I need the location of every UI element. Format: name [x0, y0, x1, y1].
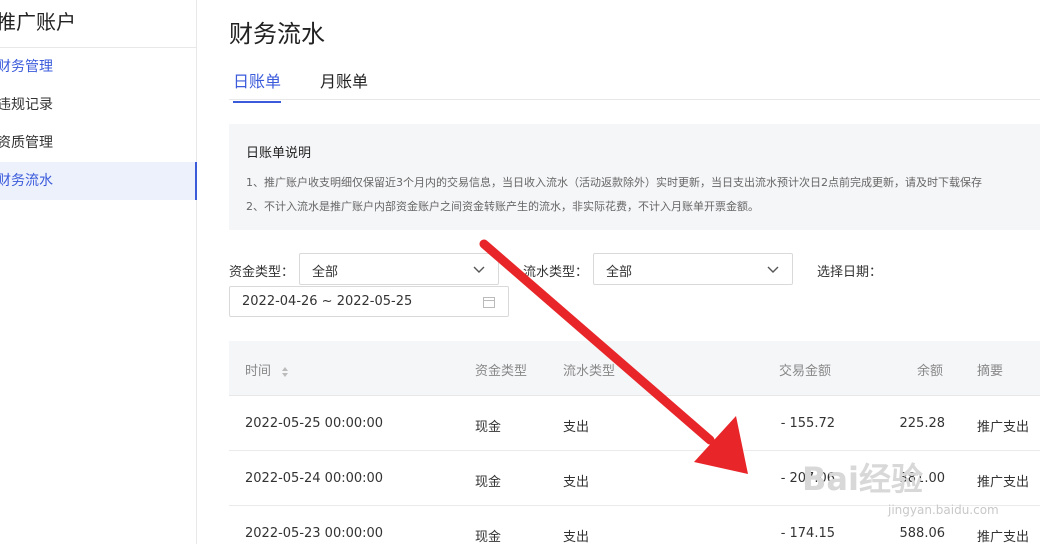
tab-bar: 日账单 月账单: [229, 62, 1040, 103]
flow-type-select[interactable]: 全部: [593, 253, 793, 285]
chevron-down-icon: [473, 266, 485, 273]
column-header-time[interactable]: 时间: [245, 360, 289, 379]
column-header-time-label: 时间: [245, 364, 272, 379]
cell-balance: 588.06: [899, 526, 946, 541]
sidebar-item-label: 财务管理: [0, 59, 53, 75]
table-row: 2022-05-25 00:00:00 现金 支出 - 155.72 225.2…: [229, 396, 1040, 451]
cell-time: 2022-05-23 00:00:00: [245, 526, 384, 541]
app-root: 推广账户 财务管理 违规记录 资质管理 财务流水 财务流水 日账单 月账单 日账…: [0, 0, 1040, 544]
chevron-down-icon: [767, 266, 779, 273]
calendar-icon: [483, 297, 495, 308]
cell-summary: 推广支出: [977, 530, 1030, 544]
notice-title: 日账单说明: [246, 146, 312, 161]
sidebar: 推广账户 财务管理 违规记录 资质管理 财务流水: [0, 0, 197, 544]
notice-line-1: 1、推广账户收支明细仅保留近3个月内的交易信息，当日收入流水（活动返款除外）实时…: [246, 176, 982, 189]
sidebar-item-label: 财务流水: [0, 173, 53, 189]
date-range-value: 2022-04-26 ~ 2022-05-25: [242, 294, 413, 309]
cell-fund-type: 现金: [475, 420, 502, 435]
notice-panel: 日账单说明 1、推广账户收支明细仅保留近3个月内的交易信息，当日收入流水（活动返…: [229, 124, 1040, 230]
cell-fund-type: 现金: [475, 475, 502, 490]
tab-monthly-bill[interactable]: 月账单: [320, 68, 368, 101]
sidebar-item-violation-records[interactable]: 违规记录: [0, 86, 197, 124]
cell-summary: 推广支出: [977, 420, 1030, 435]
notice-line-2: 2、不计入流水是推广账户内部资金账户之间资金转账产生的流水，非实际花费，不计入月…: [246, 200, 759, 213]
column-header-flow-type: 流水类型: [563, 364, 616, 379]
cell-amount: - 207.06: [780, 471, 835, 486]
table-row: 2022-05-24 00:00:00 现金 支出 - 207.06 381.0…: [229, 451, 1040, 506]
table-row: 2022-05-23 00:00:00 现金 支出 - 174.15 588.0…: [229, 506, 1040, 544]
sidebar-item-finance-flow[interactable]: 财务流水: [0, 162, 197, 200]
fund-type-value: 全部: [312, 265, 339, 280]
sidebar-item-label: 违规记录: [0, 97, 53, 113]
fund-type-label: 资金类型：: [229, 265, 295, 280]
cell-balance: 381.00: [899, 471, 946, 486]
cell-time: 2022-05-25 00:00:00: [245, 416, 384, 431]
cell-fund-type: 现金: [475, 530, 502, 544]
column-header-fund-type: 资金类型: [475, 364, 528, 379]
cell-flow-type: 支出: [563, 530, 590, 544]
sidebar-item-label: 资质管理: [0, 135, 53, 151]
column-header-amount: 交易金额: [779, 364, 832, 379]
cell-balance: 225.28: [899, 416, 946, 431]
sidebar-item-finance-management[interactable]: 财务管理: [0, 48, 197, 86]
table-header: 时间 资金类型 流水类型 交易金额 余额 摘要: [229, 341, 1040, 396]
cell-time: 2022-05-24 00:00:00: [245, 471, 384, 486]
sidebar-item-qualification-management[interactable]: 资质管理: [0, 124, 197, 162]
cell-amount: - 174.15: [780, 526, 835, 541]
flow-type-label: 流水类型：: [523, 265, 589, 280]
sidebar-title: 推广账户: [0, 10, 76, 34]
page-title: 财务流水: [229, 20, 325, 48]
cell-summary: 推广支出: [977, 475, 1030, 490]
flow-type-value: 全部: [606, 265, 633, 280]
cell-flow-type: 支出: [563, 420, 590, 435]
tab-daily-bill[interactable]: 日账单: [233, 68, 282, 103]
cell-flow-type: 支出: [563, 475, 590, 490]
date-range-picker[interactable]: 2022-04-26 ~ 2022-05-25: [229, 286, 509, 317]
cell-amount: - 155.72: [780, 416, 835, 431]
fund-type-select[interactable]: 全部: [299, 253, 499, 285]
date-label: 选择日期：: [817, 265, 883, 280]
sort-icon[interactable]: [281, 366, 289, 378]
column-header-summary: 摘要: [977, 364, 1004, 379]
column-header-balance: 余额: [917, 364, 944, 379]
